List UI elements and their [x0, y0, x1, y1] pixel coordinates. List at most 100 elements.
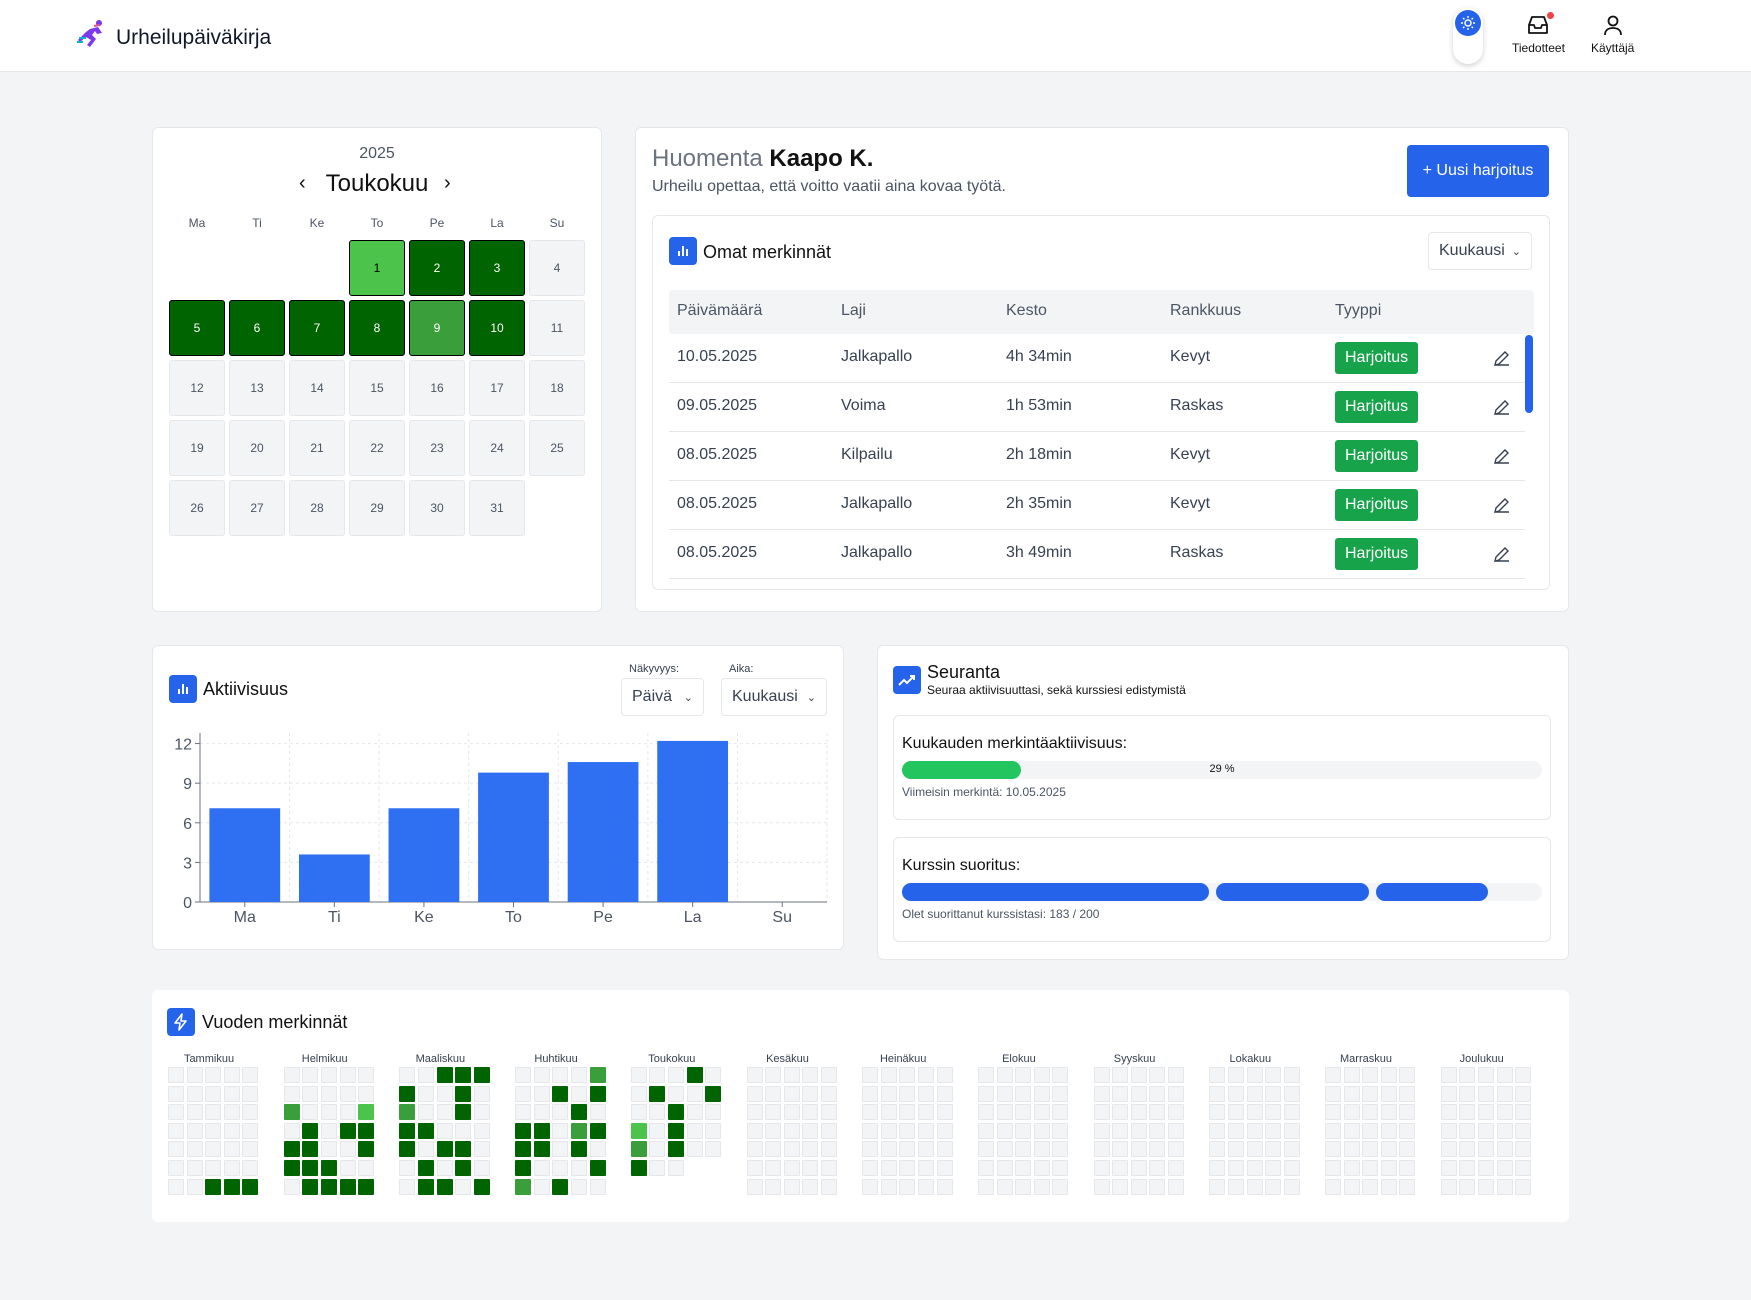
heatmap-cell[interactable]	[1459, 1104, 1476, 1121]
heatmap-cell[interactable]	[1343, 1141, 1360, 1158]
heatmap-cell[interactable]	[1496, 1141, 1513, 1158]
heatmap-cell[interactable]	[1227, 1160, 1244, 1176]
heatmap-cell[interactable]	[552, 1178, 569, 1195]
heatmap-cell[interactable]	[765, 1178, 782, 1195]
calendar-day[interactable]: 1	[349, 240, 405, 296]
heatmap-cell[interactable]	[455, 1085, 472, 1102]
heatmap-cell[interactable]	[339, 1160, 356, 1176]
edit-icon[interactable]	[1493, 545, 1511, 568]
heatmap-cell[interactable]	[242, 1178, 259, 1195]
heatmap-cell[interactable]	[765, 1141, 782, 1158]
heatmap-cell[interactable]	[746, 1104, 763, 1121]
heatmap-cell[interactable]	[918, 1122, 934, 1139]
heatmap-cell[interactable]	[862, 1067, 879, 1083]
heatmap-cell[interactable]	[977, 1104, 994, 1121]
heatmap-cell[interactable]	[205, 1178, 222, 1195]
heatmap-cell[interactable]	[205, 1160, 222, 1176]
heatmap-cell[interactable]	[515, 1067, 532, 1083]
heatmap-cell[interactable]	[1325, 1178, 1341, 1195]
heatmap-cell[interactable]	[1343, 1085, 1360, 1102]
heatmap-cell[interactable]	[223, 1141, 240, 1158]
heatmap-cell[interactable]	[1362, 1160, 1379, 1176]
heatmap-cell[interactable]	[630, 1085, 647, 1102]
heatmap-cell[interactable]	[589, 1104, 606, 1121]
heatmap-cell[interactable]	[1515, 1104, 1532, 1121]
heatmap-cell[interactable]	[1093, 1067, 1110, 1083]
edit-icon[interactable]	[1493, 496, 1511, 519]
heatmap-cell[interactable]	[899, 1085, 916, 1102]
heatmap-cell[interactable]	[1227, 1085, 1244, 1102]
heatmap-cell[interactable]	[1033, 1178, 1050, 1195]
heatmap-cell[interactable]	[1052, 1122, 1069, 1139]
calendar-day[interactable]: 18	[529, 360, 585, 416]
heatmap-cell[interactable]	[1380, 1104, 1397, 1121]
heatmap-cell[interactable]	[358, 1178, 375, 1195]
heatmap-cell[interactable]	[1246, 1160, 1263, 1176]
heatmap-cell[interactable]	[1015, 1104, 1032, 1121]
heatmap-cell[interactable]	[977, 1160, 994, 1176]
heatmap-cell[interactable]	[589, 1122, 606, 1139]
heatmap-cell[interactable]	[302, 1104, 319, 1121]
heatmap-cell[interactable]	[1399, 1104, 1416, 1121]
heatmap-cell[interactable]	[418, 1122, 434, 1139]
heatmap-cell[interactable]	[1343, 1178, 1360, 1195]
heatmap-cell[interactable]	[705, 1141, 722, 1158]
heatmap-cell[interactable]	[570, 1067, 587, 1083]
heatmap-cell[interactable]	[589, 1160, 606, 1176]
heatmap-cell[interactable]	[1399, 1085, 1416, 1102]
heatmap-cell[interactable]	[977, 1141, 994, 1158]
heatmap-cell[interactable]	[1399, 1122, 1416, 1139]
heatmap-cell[interactable]	[1515, 1085, 1532, 1102]
heatmap-cell[interactable]	[205, 1141, 222, 1158]
heatmap-cell[interactable]	[1515, 1141, 1532, 1158]
heatmap-cell[interactable]	[1246, 1067, 1263, 1083]
heatmap-cell[interactable]	[1015, 1067, 1032, 1083]
heatmap-cell[interactable]	[418, 1178, 434, 1195]
heatmap-cell[interactable]	[1265, 1067, 1282, 1083]
heatmap-cell[interactable]	[918, 1067, 934, 1083]
heatmap-cell[interactable]	[630, 1122, 647, 1139]
heatmap-cell[interactable]	[880, 1122, 897, 1139]
heatmap-cell[interactable]	[283, 1085, 300, 1102]
heatmap-cell[interactable]	[186, 1104, 203, 1121]
heatmap-cell[interactable]	[320, 1067, 337, 1083]
heatmap-cell[interactable]	[1477, 1085, 1494, 1102]
heatmap-cell[interactable]	[399, 1141, 416, 1158]
calendar-day[interactable]: 11	[529, 300, 585, 356]
heatmap-cell[interactable]	[1246, 1122, 1263, 1139]
heatmap-cell[interactable]	[1440, 1122, 1457, 1139]
heatmap-cell[interactable]	[1149, 1104, 1166, 1121]
calendar-day[interactable]: 9	[409, 300, 465, 356]
heatmap-cell[interactable]	[977, 1067, 994, 1083]
heatmap-cell[interactable]	[552, 1104, 569, 1121]
heatmap-cell[interactable]	[168, 1067, 184, 1083]
column-header[interactable]: Kesto	[1006, 302, 1047, 320]
heatmap-cell[interactable]	[223, 1104, 240, 1121]
heatmap-cell[interactable]	[436, 1160, 453, 1176]
heatmap-cell[interactable]	[705, 1122, 722, 1139]
heatmap-cell[interactable]	[918, 1104, 934, 1121]
heatmap-cell[interactable]	[1380, 1085, 1397, 1102]
heatmap-cell[interactable]	[1362, 1067, 1379, 1083]
heatmap-cell[interactable]	[283, 1122, 300, 1139]
heatmap-cell[interactable]	[515, 1178, 532, 1195]
heatmap-cell[interactable]	[242, 1104, 259, 1121]
heatmap-cell[interactable]	[186, 1141, 203, 1158]
heatmap-cell[interactable]	[820, 1160, 837, 1176]
heatmap-cell[interactable]	[1015, 1178, 1032, 1195]
heatmap-cell[interactable]	[515, 1104, 532, 1121]
heatmap-cell[interactable]	[1325, 1085, 1341, 1102]
heatmap-cell[interactable]	[918, 1160, 934, 1176]
heatmap-cell[interactable]	[802, 1178, 819, 1195]
heatmap-cell[interactable]	[820, 1141, 837, 1158]
heatmap-cell[interactable]	[1325, 1067, 1341, 1083]
heatmap-cell[interactable]	[1440, 1067, 1457, 1083]
heatmap-cell[interactable]	[223, 1085, 240, 1102]
heatmap-cell[interactable]	[436, 1104, 453, 1121]
heatmap-cell[interactable]	[1015, 1085, 1032, 1102]
heatmap-cell[interactable]	[899, 1178, 916, 1195]
column-header[interactable]: Rankkuus	[1170, 302, 1241, 320]
heatmap-cell[interactable]	[802, 1160, 819, 1176]
heatmap-cell[interactable]	[1380, 1160, 1397, 1176]
heatmap-cell[interactable]	[283, 1104, 300, 1121]
